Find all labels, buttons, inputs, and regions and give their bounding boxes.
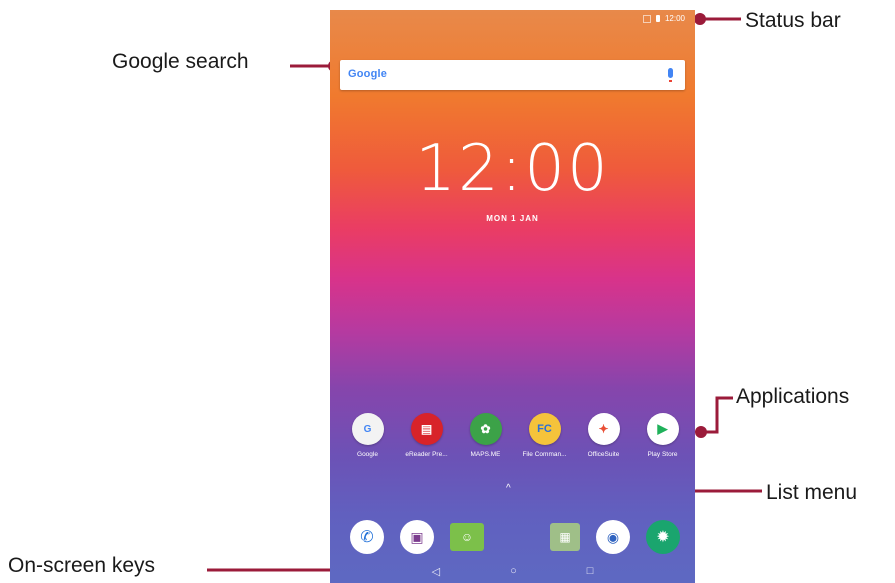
file-commander-icon: FC xyxy=(528,413,561,445)
app-row: G Google ▤ eReader Pre... ✿ MAPS.ME FC F… xyxy=(340,413,690,458)
phone-icon[interactable]: ✆ xyxy=(350,520,384,554)
status-bar-dot xyxy=(694,13,706,25)
mic-icon[interactable] xyxy=(668,68,673,82)
google-search-bar[interactable]: Google xyxy=(340,60,685,90)
camera-icon[interactable]: ◉ xyxy=(596,520,630,554)
ereader-icon: ▤ xyxy=(410,413,443,445)
signal-icon xyxy=(642,14,651,23)
messages-icon[interactable]: ☺ xyxy=(450,523,484,551)
app-label: Play Store xyxy=(647,451,678,458)
google-folder-icon: G xyxy=(351,413,384,445)
callout-google-search: Google search xyxy=(112,50,249,73)
status-time: 12:00 xyxy=(664,14,685,23)
officesuite-icon: ✦ xyxy=(587,413,620,445)
callout-status-bar: Status bar xyxy=(745,9,841,32)
lock-date: MON 1 JAN xyxy=(486,214,539,223)
list-menu-chevron-icon[interactable]: ^ xyxy=(506,483,511,494)
files-icon[interactable]: ▦ xyxy=(550,523,580,551)
dock-empty-slot xyxy=(500,520,534,554)
applications-dot xyxy=(695,426,707,438)
app-label: eReader Pre... xyxy=(405,451,448,458)
phone-screen: 12:00 Google 12:00 MON 1 JAN G Google ▤ … xyxy=(330,10,695,583)
gallery-icon[interactable]: ▣ xyxy=(400,520,434,554)
google-logo: Google xyxy=(348,68,388,80)
app-officesuite[interactable]: ✦ OfficeSuite xyxy=(576,413,631,458)
app-play-store[interactable]: ▶ Play Store xyxy=(635,413,690,458)
callout-onscreen-keys: On-screen keys xyxy=(8,554,156,577)
maps-me-icon: ✿ xyxy=(469,413,502,445)
play-store-icon: ▶ xyxy=(646,413,679,445)
lock-clock: 12:00 xyxy=(415,132,610,206)
callout-list-menu: List menu xyxy=(766,481,858,504)
onscreen-keys: ◁ ○ □ xyxy=(330,559,695,583)
battery-icon xyxy=(655,15,660,22)
app-label: OfficeSuite xyxy=(587,451,620,458)
recents-icon[interactable]: □ xyxy=(587,565,594,577)
app-google[interactable]: G Google xyxy=(340,413,395,458)
status-bar: 12:00 xyxy=(642,14,685,23)
app-file-commander[interactable]: FC File Comman... xyxy=(517,413,572,458)
settings-icon[interactable]: ✹ xyxy=(646,520,680,554)
app-ereader[interactable]: ▤ eReader Pre... xyxy=(399,413,454,458)
home-icon[interactable]: ○ xyxy=(510,565,517,577)
applications-line xyxy=(701,396,733,434)
dock: ✆ ▣ ☺ ▦ ◉ ✹ xyxy=(350,520,680,554)
back-icon[interactable]: ◁ xyxy=(432,565,440,578)
callout-applications: Applications xyxy=(736,385,850,408)
app-label: MAPS.ME xyxy=(470,451,501,458)
app-maps-me[interactable]: ✿ MAPS.ME xyxy=(458,413,513,458)
app-label: Google xyxy=(357,451,378,458)
app-label: File Comman... xyxy=(522,451,567,458)
